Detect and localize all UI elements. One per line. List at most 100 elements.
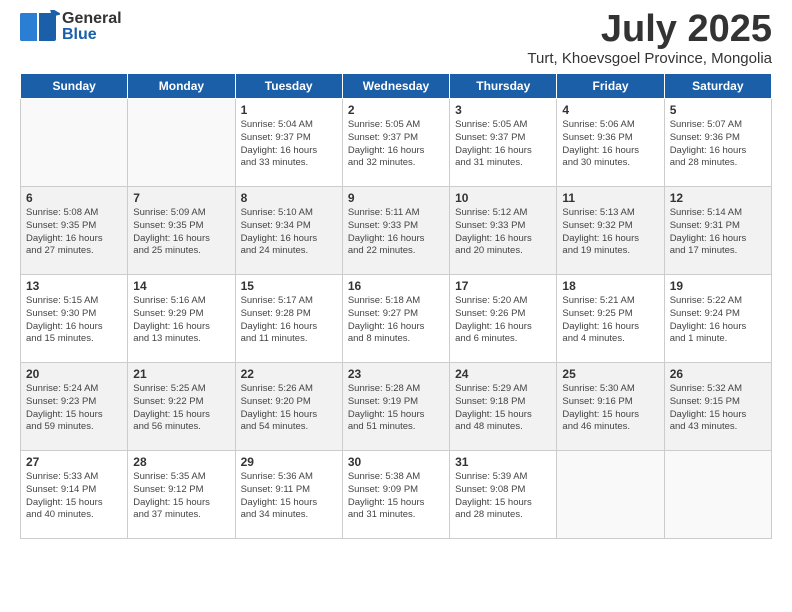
calendar-cell xyxy=(128,99,235,187)
day-details: Sunrise: 5:07 AM Sunset: 9:36 PM Dayligh… xyxy=(670,119,766,170)
day-number: 31 xyxy=(455,455,551,469)
calendar-cell: 14 Sunrise: 5:16 AM Sunset: 9:29 PM Dayli… xyxy=(128,275,235,363)
day-number: 23 xyxy=(348,367,444,381)
calendar-cell xyxy=(664,451,771,539)
day-number: 1 xyxy=(241,103,337,117)
calendar-cell: 11Sunrise: 5:13 AM Sunset: 9:32 PM Dayli… xyxy=(557,187,664,275)
calendar-cell: 24 Sunrise: 5:29 AM Sunset: 9:18 PM Dayli… xyxy=(450,363,557,451)
calendar-cell: 10 Sunrise: 5:12 AM Sunset: 9:33 PM Dayli… xyxy=(450,187,557,275)
day-number: 5 xyxy=(670,103,766,117)
calendar-table: SundayMondayTuesdayWednesdayThursdayFrid… xyxy=(20,73,772,539)
calendar-cell: 16 Sunrise: 5:18 AM Sunset: 9:27 PM Dayli… xyxy=(342,275,449,363)
day-details: Sunrise: 5:05 AM Sunset: 9:37 PM Dayligh… xyxy=(348,119,444,170)
day-details: Sunrise: 5:12 AM Sunset: 9:33 PM Dayligh… xyxy=(455,207,551,258)
day-number: 13 xyxy=(26,279,122,293)
calendar-cell: 5 Sunrise: 5:07 AM Sunset: 9:36 PM Daylig… xyxy=(664,99,771,187)
day-header-friday: Friday xyxy=(557,74,664,99)
calendar-cell: 2 Sunrise: 5:05 AM Sunset: 9:37 PM Daylig… xyxy=(342,99,449,187)
day-number: 10 xyxy=(455,191,551,205)
day-details: Sunrise: 5:17 AM Sunset: 9:28 PM Dayligh… xyxy=(241,295,337,346)
day-number: 18 xyxy=(562,279,658,293)
day-details: Sunrise: 5:04 AM Sunset: 9:37 PM Dayligh… xyxy=(241,119,337,170)
day-number: 20 xyxy=(26,367,122,381)
calendar-cell: 18 Sunrise: 5:21 AM Sunset: 9:25 PM Dayli… xyxy=(557,275,664,363)
calendar-cell: 1 Sunrise: 5:04 AM Sunset: 9:37 PM Daylig… xyxy=(235,99,342,187)
day-number: 12 xyxy=(670,191,766,205)
location-subtitle: Turt, Khoevsgoel Province, Mongolia xyxy=(527,50,772,67)
day-number: 8 xyxy=(241,191,337,205)
day-number: 17 xyxy=(455,279,551,293)
day-number: 26 xyxy=(670,367,766,381)
day-details: Sunrise: 5:14 AM Sunset: 9:31 PM Dayligh… xyxy=(670,207,766,258)
day-details: Sunrise: 5:29 AM Sunset: 9:18 PM Dayligh… xyxy=(455,383,551,434)
day-header-sunday: Sunday xyxy=(21,74,128,99)
calendar-cell: 8 Sunrise: 5:10 AM Sunset: 9:34 PM Daylig… xyxy=(235,187,342,275)
calendar-week-row: 20 Sunrise: 5:24 AM Sunset: 9:23 PM Dayli… xyxy=(21,363,772,451)
calendar-cell: 26 Sunrise: 5:32 AM Sunset: 9:15 PM Dayli… xyxy=(664,363,771,451)
calendar-cell: 25Sunrise: 5:30 AM Sunset: 9:16 PM Dayli… xyxy=(557,363,664,451)
calendar-header-row: SundayMondayTuesdayWednesdayThursdayFrid… xyxy=(21,74,772,99)
day-number: 16 xyxy=(348,279,444,293)
day-details: Sunrise: 5:32 AM Sunset: 9:15 PM Dayligh… xyxy=(670,383,766,434)
day-details: Sunrise: 5:21 AM Sunset: 9:25 PM Dayligh… xyxy=(562,295,658,346)
day-number: 29 xyxy=(241,455,337,469)
day-number: 24 xyxy=(455,367,551,381)
calendar-cell xyxy=(21,99,128,187)
day-number: 11 xyxy=(562,191,658,205)
day-header-saturday: Saturday xyxy=(664,74,771,99)
day-details: Sunrise: 5:11 AM Sunset: 9:33 PM Dayligh… xyxy=(348,207,444,258)
calendar-cell: 29 Sunrise: 5:36 AM Sunset: 9:11 PM Dayli… xyxy=(235,451,342,539)
day-number: 15 xyxy=(241,279,337,293)
calendar-cell xyxy=(557,451,664,539)
day-details: Sunrise: 5:26 AM Sunset: 9:20 PM Dayligh… xyxy=(241,383,337,434)
calendar-cell: 12 Sunrise: 5:14 AM Sunset: 9:31 PM Dayli… xyxy=(664,187,771,275)
day-details: Sunrise: 5:16 AM Sunset: 9:29 PM Dayligh… xyxy=(133,295,229,346)
day-number: 2 xyxy=(348,103,444,117)
calendar-cell: 4 Sunrise: 5:06 AM Sunset: 9:36 PM Daylig… xyxy=(557,99,664,187)
day-details: Sunrise: 5:08 AM Sunset: 9:35 PM Dayligh… xyxy=(26,207,122,258)
day-number: 9 xyxy=(348,191,444,205)
day-details: Sunrise: 5:18 AM Sunset: 9:27 PM Dayligh… xyxy=(348,295,444,346)
calendar-week-row: 1 Sunrise: 5:04 AM Sunset: 9:37 PM Daylig… xyxy=(21,99,772,187)
calendar-cell: 22 Sunrise: 5:26 AM Sunset: 9:20 PM Dayli… xyxy=(235,363,342,451)
day-details: Sunrise: 5:38 AM Sunset: 9:09 PM Dayligh… xyxy=(348,471,444,522)
day-details: Sunrise: 5:10 AM Sunset: 9:34 PM Dayligh… xyxy=(241,207,337,258)
month-year-title: July 2025 xyxy=(527,10,772,48)
page-header: General Blue July 2025 Turt, Khoevsgoel … xyxy=(20,10,772,67)
day-number: 6 xyxy=(26,191,122,205)
logo-general: General xyxy=(62,10,122,27)
calendar-cell: 6 Sunrise: 5:08 AM Sunset: 9:35 PM Daylig… xyxy=(21,187,128,275)
day-header-thursday: Thursday xyxy=(450,74,557,99)
day-details: Sunrise: 5:06 AM Sunset: 9:36 PM Dayligh… xyxy=(562,119,658,170)
calendar-cell: 19 Sunrise: 5:22 AM Sunset: 9:24 PM Dayli… xyxy=(664,275,771,363)
day-number: 3 xyxy=(455,103,551,117)
calendar-cell: 27 Sunrise: 5:33 AM Sunset: 9:14 PM Dayli… xyxy=(21,451,128,539)
day-number: 19 xyxy=(670,279,766,293)
day-details: Sunrise: 5:09 AM Sunset: 9:35 PM Dayligh… xyxy=(133,207,229,258)
day-number: 28 xyxy=(133,455,229,469)
day-header-monday: Monday xyxy=(128,74,235,99)
day-details: Sunrise: 5:30 AM Sunset: 9:16 PM Dayligh… xyxy=(562,383,658,434)
day-number: 4 xyxy=(562,103,658,117)
day-details: Sunrise: 5:24 AM Sunset: 9:23 PM Dayligh… xyxy=(26,383,122,434)
day-details: Sunrise: 5:36 AM Sunset: 9:11 PM Dayligh… xyxy=(241,471,337,522)
day-details: Sunrise: 5:20 AM Sunset: 9:26 PM Dayligh… xyxy=(455,295,551,346)
day-header-wednesday: Wednesday xyxy=(342,74,449,99)
day-details: Sunrise: 5:25 AM Sunset: 9:22 PM Dayligh… xyxy=(133,383,229,434)
day-number: 22 xyxy=(241,367,337,381)
day-details: Sunrise: 5:33 AM Sunset: 9:14 PM Dayligh… xyxy=(26,471,122,522)
calendar-cell: 30Sunrise: 5:38 AM Sunset: 9:09 PM Dayli… xyxy=(342,451,449,539)
day-details: Sunrise: 5:22 AM Sunset: 9:24 PM Dayligh… xyxy=(670,295,766,346)
logo: General Blue xyxy=(20,10,122,44)
day-number: 27 xyxy=(26,455,122,469)
calendar-cell: 9 Sunrise: 5:11 AM Sunset: 9:33 PM Daylig… xyxy=(342,187,449,275)
day-number: 21 xyxy=(133,367,229,381)
day-details: Sunrise: 5:28 AM Sunset: 9:19 PM Dayligh… xyxy=(348,383,444,434)
day-details: Sunrise: 5:05 AM Sunset: 9:37 PM Dayligh… xyxy=(455,119,551,170)
calendar-cell: 7Sunrise: 5:09 AM Sunset: 9:35 PM Daylig… xyxy=(128,187,235,275)
day-header-tuesday: Tuesday xyxy=(235,74,342,99)
calendar-week-row: 6 Sunrise: 5:08 AM Sunset: 9:35 PM Daylig… xyxy=(21,187,772,275)
day-number: 14 xyxy=(133,279,229,293)
calendar-cell: 21 Sunrise: 5:25 AM Sunset: 9:22 PM Dayli… xyxy=(128,363,235,451)
calendar-cell: 28Sunrise: 5:35 AM Sunset: 9:12 PM Dayli… xyxy=(128,451,235,539)
